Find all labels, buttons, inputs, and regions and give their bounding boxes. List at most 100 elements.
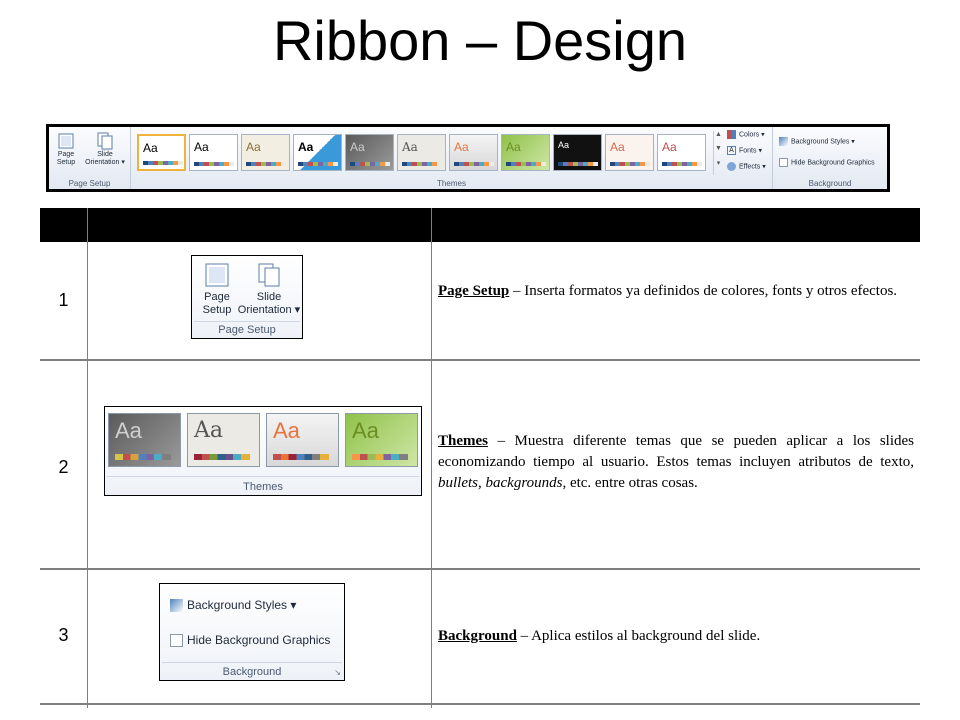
- theme-thumb-11[interactable]: Aa: [657, 134, 706, 171]
- page-setup-icon: [58, 133, 74, 149]
- theme-thumb-text: Aa: [194, 140, 209, 154]
- theme-thumb-6[interactable]: Aa: [397, 134, 446, 171]
- theme-thumb-office[interactable]: Aa: [137, 134, 186, 171]
- panel-theme-thumb-text: Aa: [352, 418, 379, 443]
- page-setup-button[interactable]: Page Setup: [52, 132, 80, 167]
- checkbox-icon: [779, 158, 788, 167]
- slide-orientation-icon: [258, 263, 280, 287]
- dialog-launcher-icon[interactable]: ↘: [334, 668, 341, 677]
- panel-slide-orientation-label-2: Orientation ▾: [237, 304, 301, 316]
- panel-background-styles-button[interactable]: Background Styles ▾: [170, 598, 297, 613]
- theme-thumb-4[interactable]: Aa: [293, 134, 342, 171]
- theme-thumb-text: Aa: [143, 141, 158, 155]
- panel-theme-thumb-text: Aa: [273, 418, 300, 443]
- page-setup-group: Page Setup Slide Orientation ▾ Page Setu…: [49, 127, 131, 189]
- description-table: 1 Page Setup Slide Orientation ▾ Page Se…: [40, 208, 920, 708]
- theme-swatches: [298, 162, 338, 166]
- panel-slide-orientation-label-1: Slide: [256, 291, 282, 303]
- panel-theme-thumb-text: Aa: [115, 418, 142, 443]
- panel-slide-orientation-button[interactable]: Slide Orientation ▾: [236, 262, 302, 317]
- slide-orientation-button[interactable]: Slide Orientation ▾: [82, 132, 128, 167]
- row-description-1: Page Setup – Inserta formatos ya definid…: [438, 281, 914, 302]
- effects-button[interactable]: Effects ▾: [727, 162, 766, 171]
- panel-theme-thumb-2[interactable]: Aa: [187, 413, 260, 467]
- fonts-icon: A: [727, 146, 736, 155]
- row-text-backgrounds: backgrounds: [485, 475, 563, 491]
- theme-thumb-2[interactable]: Aa: [189, 134, 238, 171]
- slide-orientation-icon: [97, 132, 113, 150]
- panel-hide-background-checkbox[interactable]: Hide Background Graphics: [170, 633, 330, 648]
- themes-gallery-scroll[interactable]: ▲ ▼ ▾: [713, 131, 723, 175]
- theme-swatches: [194, 454, 250, 460]
- panel-page-setup-label-1: Page: [204, 291, 230, 303]
- panel-background-styles-label: Background Styles ▾: [187, 598, 297, 612]
- table-header: [40, 208, 920, 242]
- scroll-down-icon[interactable]: ▼: [714, 145, 723, 159]
- theme-swatches: [454, 162, 494, 166]
- panel-theme-thumb-3[interactable]: Aa: [266, 413, 339, 467]
- slide-orientation-label-1: Slide: [97, 151, 113, 158]
- page-setup-label-2: Setup: [56, 159, 76, 166]
- panel-theme-thumb-1[interactable]: Aa: [108, 413, 181, 467]
- gallery-more-icon[interactable]: ▾: [714, 159, 723, 173]
- effects-label: Effects ▾: [739, 163, 766, 171]
- background-styles-button[interactable]: Background Styles ▾: [779, 137, 855, 146]
- background-styles-icon: [170, 599, 183, 613]
- theme-thumb-text: Aa: [506, 140, 521, 154]
- theme-swatches: [143, 161, 183, 165]
- theme-thumb-8[interactable]: Aa: [501, 134, 550, 171]
- theme-swatches: [246, 162, 286, 166]
- panel-theme-thumb-4[interactable]: Aa: [345, 413, 418, 467]
- hide-background-label: Hide Background Graphics: [791, 159, 875, 167]
- scroll-up-icon[interactable]: ▲: [714, 131, 723, 145]
- row-text-1: – Inserta formatos ya definidos de color…: [509, 283, 898, 299]
- hide-background-graphics-checkbox[interactable]: Hide Background Graphics: [779, 158, 875, 167]
- colors-button[interactable]: Colors ▾: [727, 130, 765, 139]
- colors-icon: [727, 130, 736, 139]
- row-divider-1: [40, 359, 920, 361]
- effects-icon: [727, 162, 736, 171]
- page-setup-label-1: Page: [57, 151, 75, 158]
- theme-thumb-3[interactable]: Aa: [241, 134, 290, 171]
- theme-swatches: [506, 162, 546, 166]
- theme-thumb-text: Aa: [350, 140, 365, 154]
- theme-thumb-10[interactable]: Aa: [605, 134, 654, 171]
- row-key-1: Page Setup: [438, 283, 510, 299]
- background-panel: Background Styles ▾ Hide Background Grap…: [159, 583, 345, 681]
- theme-thumb-text: Aa: [662, 140, 677, 154]
- background-styles-label: Background Styles ▾: [791, 138, 855, 146]
- row-number-1: 1: [58, 290, 69, 310]
- theme-thumb-text: Aa: [298, 140, 314, 154]
- slide-title: Ribbon – Design: [272, 9, 688, 72]
- theme-thumb-5[interactable]: Aa: [345, 134, 394, 171]
- theme-swatches: [662, 162, 702, 166]
- col-divider-1: [87, 208, 88, 708]
- theme-thumb-text: Aa: [558, 140, 570, 150]
- panel-page-setup-label-2: Setup: [202, 304, 232, 316]
- fonts-button[interactable]: A Fonts ▾: [727, 146, 762, 155]
- theme-thumb-7[interactable]: Aa: [449, 134, 498, 171]
- panel-divider: [107, 476, 419, 477]
- background-group-label: Background: [808, 179, 852, 188]
- themes-panel: Aa Aa Aa Aa Themes: [104, 406, 422, 496]
- theme-swatches: [352, 454, 408, 460]
- themes-group: Aa Aa Aa Aa Aa Aa Aa Aa Aa Aa Aa ▲ ▼ ▾ C…: [131, 127, 773, 189]
- theme-swatches: [558, 162, 598, 166]
- panel-themes-group-label: Themes: [243, 481, 283, 493]
- panel-page-setup-button[interactable]: Page Setup: [196, 262, 238, 317]
- colors-label: Colors ▾: [739, 131, 765, 139]
- theme-thumb-text: Aa: [402, 140, 418, 154]
- theme-swatches: [115, 454, 171, 460]
- theme-swatches: [194, 162, 234, 166]
- page-setup-icon: [205, 263, 229, 287]
- theme-thumb-9[interactable]: Aa: [553, 134, 602, 171]
- theme-thumb-text: Aa: [454, 140, 469, 154]
- row-divider-2: [40, 568, 920, 570]
- background-group: Background Styles ▾ Hide Background Grap…: [773, 127, 887, 189]
- background-styles-icon: [779, 137, 788, 146]
- col-divider-2: [431, 208, 432, 708]
- row-key-3: Background: [438, 628, 517, 644]
- row-text-bullets: bullets: [438, 475, 478, 491]
- panel-background-group-label: Background: [222, 666, 282, 678]
- row-description-3: Background – Aplica estilos al backgroun…: [438, 626, 914, 647]
